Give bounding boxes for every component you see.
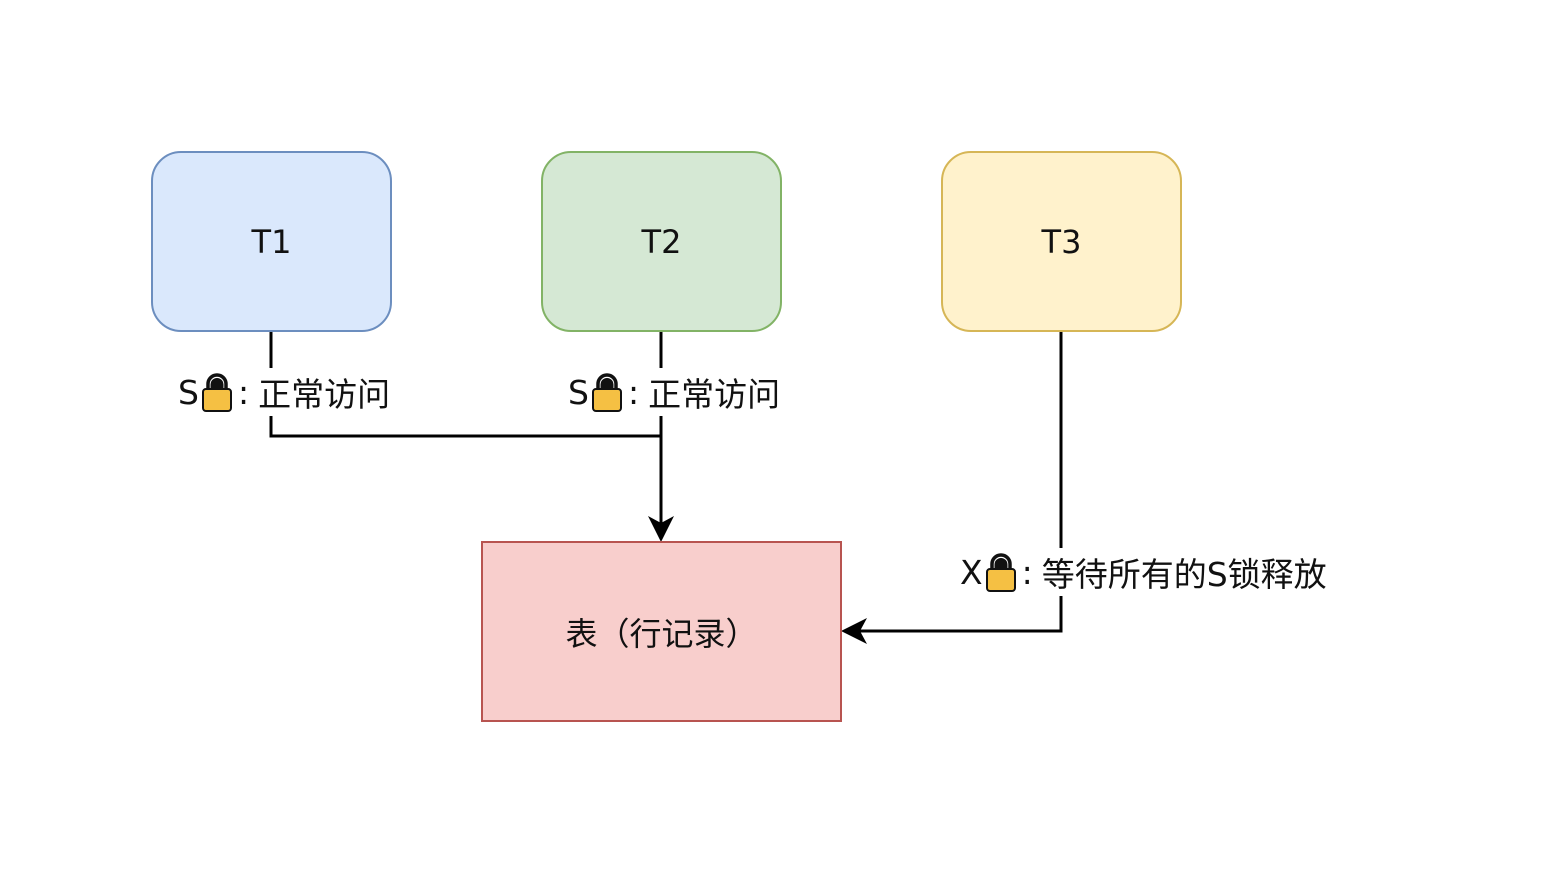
transaction-t1-box: T1	[151, 151, 392, 332]
edge-label-t1: S : 正常访问	[178, 368, 392, 416]
transaction-t2-box: T2	[541, 151, 782, 332]
lock-icon	[985, 553, 1016, 592]
access-status-t3: 等待所有的S锁释放	[1040, 548, 1328, 596]
table-row-records-box: 表（行记录）	[481, 541, 842, 722]
lock-icon	[591, 373, 622, 412]
separator-t1: :	[237, 372, 250, 412]
separator-t2: :	[627, 372, 640, 412]
connector-lines	[269, 332, 1063, 644]
transaction-t2-label: T2	[641, 222, 682, 261]
table-label: 表（行记录）	[565, 614, 758, 653]
transaction-t1-label: T1	[251, 222, 292, 261]
edge-label-t3: X : 等待所有的S锁释放	[960, 548, 1328, 596]
transaction-t3-label: T3	[1041, 222, 1082, 261]
access-status-t2: 正常访问	[647, 368, 782, 416]
lock-mode-t3: X	[960, 552, 983, 592]
separator-t3: :	[1021, 552, 1033, 592]
transaction-t3-box: T3	[941, 151, 1182, 332]
lock-mode-t2: S	[568, 372, 589, 412]
lock-icon	[201, 373, 232, 412]
access-status-t1: 正常访问	[257, 368, 392, 416]
lock-mode-t1: S	[178, 372, 199, 412]
edge-label-t2: S : 正常访问	[568, 368, 782, 416]
